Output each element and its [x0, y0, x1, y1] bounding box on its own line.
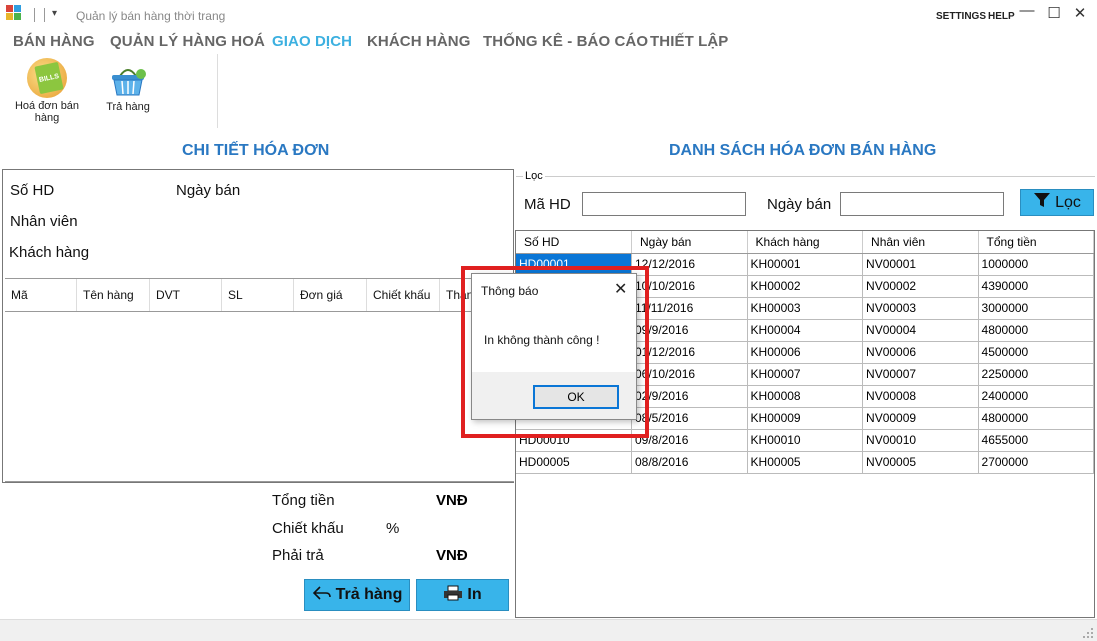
- table-cell[interactable]: KH00004: [747, 319, 864, 342]
- window-title: Quản lý bán hàng thời trang: [76, 9, 226, 23]
- column-header[interactable]: Tổng tiền: [978, 231, 1095, 254]
- column-header[interactable]: Mã: [5, 279, 77, 311]
- column-header[interactable]: DVT: [150, 279, 222, 311]
- quick-access-dropdown-icon[interactable]: ▾: [52, 8, 57, 19]
- detail-grid-body[interactable]: [5, 312, 514, 482]
- column-header[interactable]: Nhân viên: [862, 231, 979, 254]
- printer-icon: [443, 585, 463, 606]
- highlight-box: [461, 266, 649, 438]
- app-icon[interactable]: [6, 5, 22, 21]
- menu-thong-ke-bao-cao[interactable]: THỐNG KÊ - BÁO CÁO: [483, 33, 648, 50]
- table-cell[interactable]: NV00006: [862, 341, 979, 364]
- help-link[interactable]: HELP: [988, 11, 1015, 22]
- column-header[interactable]: Đơn giá: [294, 279, 367, 311]
- return-goods-button[interactable]: Trả hàng: [304, 579, 410, 611]
- total-label: Tổng tiền: [272, 492, 335, 509]
- customer-label: Khách hàng: [9, 244, 90, 261]
- total-currency: VNĐ: [436, 492, 468, 509]
- table-cell[interactable]: NV00009: [862, 407, 979, 430]
- table-cell[interactable]: KH00002: [747, 275, 864, 298]
- menu-khach-hang[interactable]: KHÁCH HÀNG: [367, 33, 471, 50]
- table-cell[interactable]: 4800000: [978, 407, 1095, 430]
- filter-group-title: Lọc: [523, 170, 545, 182]
- invoice-code-label: Mã HD: [524, 196, 571, 213]
- funnel-icon: [1033, 192, 1051, 213]
- invoice-ribbon-label: Hoá đơn bán hàng: [14, 100, 80, 124]
- detail-grid-header: Mã Tên hàng DVT SL Đơn giá Chiết khấu Th…: [5, 278, 514, 312]
- employee-label: Nhân viên: [10, 213, 78, 230]
- filter-button-label: Lọc: [1055, 193, 1081, 211]
- table-cell[interactable]: KH00008: [747, 385, 864, 408]
- sale-date-filter-label: Ngày bán: [767, 196, 832, 213]
- minimize-icon[interactable]: —: [1017, 2, 1037, 19]
- column-header[interactable]: SL: [222, 279, 294, 311]
- discount-label: Chiết khấu: [272, 520, 344, 537]
- table-cell[interactable]: 3000000: [978, 297, 1095, 320]
- table-cell[interactable]: KH00005: [747, 451, 864, 474]
- discount-percent: %: [386, 520, 400, 537]
- table-cell[interactable]: 2400000: [978, 385, 1095, 408]
- table-cell[interactable]: 4800000: [978, 319, 1095, 342]
- invoice-number-label: Số HD: [10, 182, 55, 199]
- table-cell[interactable]: HD00005: [516, 451, 632, 474]
- column-header[interactable]: Tên hàng: [77, 279, 150, 311]
- sale-date-filter-input[interactable]: [840, 192, 1004, 216]
- maximize-icon[interactable]: ☐: [1044, 4, 1064, 22]
- invoice-list-title: DANH SÁCH HÓA ĐƠN BÁN HÀNG: [669, 142, 937, 159]
- print-label: In: [467, 586, 482, 603]
- table-cell[interactable]: KH00010: [747, 429, 864, 452]
- table-cell[interactable]: 4390000: [978, 275, 1095, 298]
- table-cell[interactable]: NV00007: [862, 363, 979, 386]
- invoice-detail-title: CHI TIẾT HÓA ĐƠN: [182, 142, 330, 159]
- table-cell[interactable]: KH00006: [747, 341, 864, 364]
- table-cell[interactable]: 08/8/2016: [631, 451, 748, 474]
- return-ribbon-label: Trả hàng: [106, 101, 150, 113]
- table-cell[interactable]: KH00003: [747, 297, 864, 320]
- payable-currency: VNĐ: [436, 547, 468, 564]
- table-cell[interactable]: KH00009: [747, 407, 864, 430]
- table-cell[interactable]: NV00008: [862, 385, 979, 408]
- return-ribbon-button[interactable]: Trả hàng: [83, 58, 173, 113]
- title-bar: ▾ Quản lý bán hàng thời trang SETTINGS H…: [0, 0, 1097, 30]
- menu-quan-ly-hang-hoa[interactable]: QUẢN LÝ HÀNG HOÁ: [110, 33, 265, 50]
- column-header[interactable]: Khách hàng: [747, 231, 864, 254]
- menu-giao-dich[interactable]: GIAO DỊCH: [272, 33, 352, 50]
- toolbar-divider: [34, 8, 35, 22]
- table-cell[interactable]: NV00005: [862, 451, 979, 474]
- settings-link[interactable]: SETTINGS: [936, 11, 986, 22]
- status-bar: [0, 619, 1097, 641]
- table-cell[interactable]: NV00004: [862, 319, 979, 342]
- table-cell[interactable]: 2250000: [978, 363, 1095, 386]
- payable-label: Phải trả: [272, 547, 324, 564]
- table-cell[interactable]: NV00010: [862, 429, 979, 452]
- back-arrow-icon: [312, 585, 332, 606]
- toolbar-divider: [44, 8, 45, 22]
- resize-grip-icon[interactable]: [1082, 627, 1094, 639]
- close-icon[interactable]: ✕: [1070, 4, 1090, 22]
- invoice-code-input[interactable]: [582, 192, 746, 216]
- table-cell[interactable]: 1000000: [978, 253, 1095, 276]
- invoice-ribbon-button[interactable]: BILLS Hoá đơn bán hàng: [2, 58, 92, 124]
- menu-thiet-lap[interactable]: THIẾT LẬP: [650, 33, 728, 50]
- table-cell[interactable]: KH00007: [747, 363, 864, 386]
- bills-icon: BILLS: [27, 58, 67, 98]
- print-button[interactable]: In: [416, 579, 509, 611]
- column-header[interactable]: Ngày bán: [631, 231, 748, 254]
- return-goods-label: Trả hàng: [335, 586, 403, 603]
- column-header[interactable]: Số HD: [516, 231, 632, 254]
- table-cell[interactable]: NV00002: [862, 275, 979, 298]
- table-cell[interactable]: KH00001: [747, 253, 864, 276]
- basket-icon: [108, 64, 148, 98]
- sale-date-label: Ngày bán: [176, 182, 241, 199]
- table-cell[interactable]: NV00003: [862, 297, 979, 320]
- filter-button[interactable]: Lọc: [1020, 189, 1094, 216]
- table-cell[interactable]: 2700000: [978, 451, 1095, 474]
- table-row[interactable]: HD00005 08/8/2016 KH00005 NV00005 2700000: [516, 451, 1095, 474]
- menu-ban-hang[interactable]: BÁN HÀNG: [13, 33, 95, 50]
- table-cell[interactable]: 4500000: [978, 341, 1095, 364]
- ribbon-divider: [217, 54, 218, 128]
- table-cell[interactable]: 4655000: [978, 429, 1095, 452]
- table-cell[interactable]: NV00001: [862, 253, 979, 276]
- column-header[interactable]: Chiết khấu: [367, 279, 440, 311]
